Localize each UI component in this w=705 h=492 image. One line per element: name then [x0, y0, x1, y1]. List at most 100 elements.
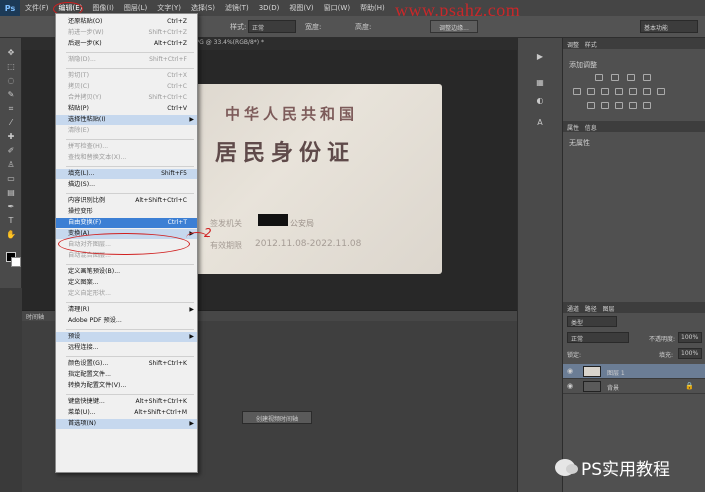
healing-tool-icon[interactable]: ✚: [5, 132, 17, 142]
edit-menu-item[interactable]: 内容识别比例 Alt+Shift+Ctrl+C: [56, 196, 197, 206]
crop-tool-icon[interactable]: ⌗: [5, 104, 17, 114]
edit-menu-item[interactable]: 清理(R) ▶: [56, 305, 197, 315]
footer-brand-text: PS实用教程: [581, 460, 671, 480]
edit-menu-item[interactable]: 转换为配置文件(V)...: [56, 381, 197, 391]
menu-layer[interactable]: 图层(L): [119, 3, 152, 13]
edit-menu-item[interactable]: 指定配置文件...: [56, 370, 197, 380]
threshold-icon[interactable]: [615, 102, 623, 109]
visibility-eye-icon[interactable]: ◉: [567, 367, 573, 375]
edit-menu-item[interactable]: 键盘快捷键... Alt+Shift+Ctrl+K: [56, 397, 197, 407]
edit-menu-item[interactable]: 填充(L)... Shift+F5: [56, 169, 197, 179]
layer-row[interactable]: ◉ 图层 1: [563, 364, 705, 379]
tab-channels[interactable]: 通道: [567, 306, 579, 313]
exposure-icon[interactable]: [643, 74, 651, 81]
edit-menu-item: 合并拷贝(Y) Shift+Ctrl+C: [56, 93, 197, 103]
edit-menu-item[interactable]: 颜色设置(G)... Shift+Ctrl+K: [56, 359, 197, 369]
swatches-icon[interactable]: ▦: [534, 78, 546, 88]
levels-icon[interactable]: [611, 74, 619, 81]
photo-filter-icon[interactable]: [629, 88, 637, 95]
menu-item-label: 菜单(U)...: [68, 409, 96, 416]
edit-menu-item[interactable]: 后退一步(K) Alt+Ctrl+Z: [56, 39, 197, 49]
tab-info[interactable]: 信息: [585, 125, 597, 132]
menu-separator: [66, 264, 194, 265]
menu-file[interactable]: 文件(F): [20, 3, 54, 13]
workspace-select[interactable]: 基本功能: [640, 20, 698, 33]
stamp-tool-icon[interactable]: ♙: [5, 160, 17, 170]
edit-menu-item[interactable]: 定义画笔预设(B)...: [56, 267, 197, 277]
eyedropper-tool-icon[interactable]: ⁄: [5, 118, 17, 128]
lasso-tool-icon[interactable]: ◌: [5, 76, 17, 86]
visibility-eye-icon[interactable]: ◉: [567, 382, 573, 390]
brush-tool-icon[interactable]: ✐: [5, 146, 17, 156]
menu-image[interactable]: 图像(I): [87, 3, 119, 13]
fill-input[interactable]: 100%: [678, 348, 702, 359]
history-icon[interactable]: ▶: [534, 52, 546, 62]
edit-menu-item[interactable]: 描边(S)...: [56, 180, 197, 190]
menu-item-shortcut: Alt+Shift+Ctrl+M: [134, 409, 187, 416]
adjustments-tab-row: 调整 样式: [563, 38, 705, 49]
layer-thumbnail: [583, 366, 601, 377]
edit-menu-item[interactable]: 还原粘贴(O) Ctrl+Z: [56, 17, 197, 27]
color-balance-icon[interactable]: [601, 88, 609, 95]
refine-edge-button[interactable]: 调整边缘...: [430, 20, 478, 33]
edit-menu-item[interactable]: 定义图案...: [56, 278, 197, 288]
brush-preset-icon[interactable]: ◐: [534, 96, 546, 106]
edit-menu-item: 查找和替换文本(X)...: [56, 153, 197, 163]
gradient-tool-icon[interactable]: ▤: [5, 188, 17, 198]
posterize-icon[interactable]: [601, 102, 609, 109]
channel-mixer-icon[interactable]: [643, 88, 651, 95]
style-label: 样式:: [230, 23, 247, 31]
menu-item-label: 清除(E): [68, 127, 90, 134]
submenu-arrow-icon: ▶: [189, 420, 194, 427]
selective-color-icon[interactable]: [629, 102, 637, 109]
hue-saturation-icon[interactable]: [587, 88, 595, 95]
edit-menu-item[interactable]: 自由变换(F) Ctrl+T: [56, 218, 197, 228]
color-lookup-icon[interactable]: [657, 88, 665, 95]
brightness-icon[interactable]: [595, 74, 603, 81]
opacity-input[interactable]: 100%: [678, 332, 702, 343]
edit-menu-item[interactable]: 远程连接...: [56, 343, 197, 353]
tab-properties[interactable]: 属性: [567, 125, 579, 132]
pen-tool-icon[interactable]: ✒: [5, 202, 17, 212]
tab-adjustments[interactable]: 调整: [567, 42, 579, 49]
tab-paths[interactable]: 路径: [585, 306, 597, 313]
tab-styles[interactable]: 样式: [585, 42, 597, 49]
quick-select-tool-icon[interactable]: ✎: [5, 90, 17, 100]
layer-row[interactable]: ◉ 背景 🔒: [563, 379, 705, 394]
edit-menu-item[interactable]: 粘贴(P) Ctrl+V: [56, 104, 197, 114]
black-white-icon[interactable]: [615, 88, 623, 95]
menu-separator: [66, 139, 194, 140]
background-color-swatch[interactable]: [11, 257, 21, 267]
hand-tool-icon[interactable]: ✋: [5, 230, 17, 240]
invert-icon[interactable]: [587, 102, 595, 109]
menu-select[interactable]: 选择(S): [186, 3, 220, 13]
eraser-tool-icon[interactable]: ▭: [5, 174, 17, 184]
edit-menu-item[interactable]: 菜单(U)... Alt+Shift+Ctrl+M: [56, 408, 197, 418]
edit-menu-item[interactable]: 选择性粘贴(I) ▶: [56, 115, 197, 125]
menu-type[interactable]: 文字(Y): [152, 3, 186, 13]
menu-3d[interactable]: 3D(D): [254, 4, 285, 12]
gradient-map-icon[interactable]: [643, 102, 651, 109]
type-tool-icon[interactable]: T: [5, 216, 17, 226]
menu-view[interactable]: 视图(V): [284, 3, 318, 13]
menu-window[interactable]: 窗口(W): [319, 3, 355, 13]
panel-icon-strip: ▶ ▦ ◐ A: [517, 38, 562, 492]
marquee-tool-icon[interactable]: ⬚: [5, 62, 17, 72]
move-tool-icon[interactable]: ✥: [5, 48, 17, 58]
menu-help[interactable]: 帮助(H): [355, 3, 390, 13]
edit-menu-item[interactable]: 预设 ▶: [56, 332, 197, 342]
layer-kind-filter[interactable]: 类型: [567, 316, 617, 327]
edit-menu-item[interactable]: Adobe PDF 预设...: [56, 316, 197, 326]
menu-item-shortcut: Shift+F5: [161, 170, 187, 177]
blend-mode-select[interactable]: 正常: [567, 332, 629, 343]
style-select[interactable]: 正常: [248, 20, 296, 33]
character-icon[interactable]: A: [534, 118, 546, 128]
edit-menu-item[interactable]: 操控变形: [56, 207, 197, 217]
tab-layers[interactable]: 图层: [603, 306, 615, 313]
edit-menu-item[interactable]: 首选项(N) ▶: [56, 419, 197, 429]
create-video-timeline-button[interactable]: 创建视频时间轴: [242, 411, 312, 424]
menu-item-label: 自由变换(F): [68, 219, 102, 226]
menu-filter[interactable]: 滤镜(T): [220, 3, 254, 13]
curves-icon[interactable]: [627, 74, 635, 81]
vibrance-icon[interactable]: [573, 88, 581, 95]
